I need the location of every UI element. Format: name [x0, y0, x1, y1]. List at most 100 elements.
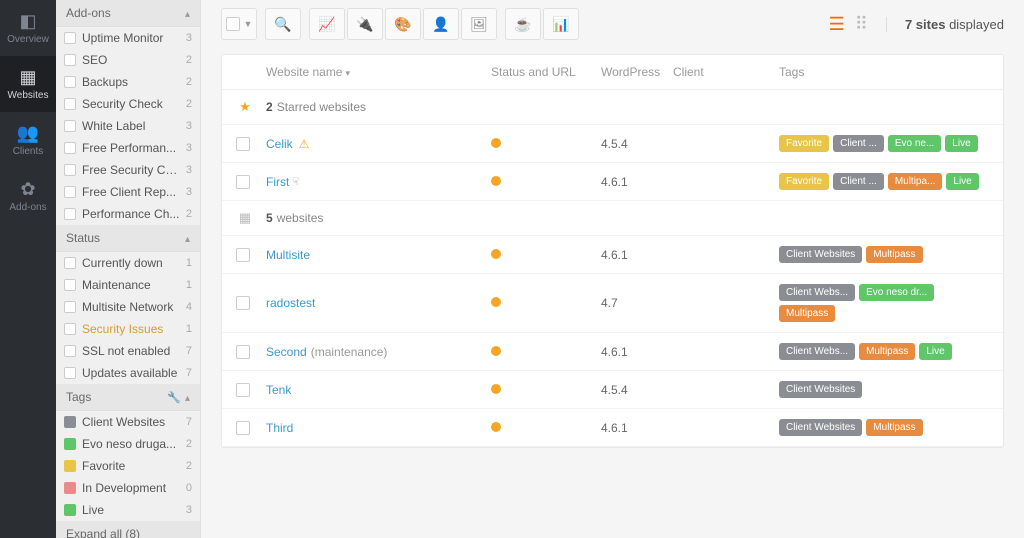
- col-wordpress[interactable]: WordPress: [601, 65, 673, 79]
- tag-badge[interactable]: Client Websites: [779, 246, 862, 263]
- filter-item[interactable]: Currently down1: [56, 252, 200, 274]
- filter-checkbox[interactable]: [64, 323, 76, 335]
- filter-item[interactable]: SSL not enabled7: [56, 340, 200, 362]
- col-name[interactable]: Website name▾: [266, 65, 491, 79]
- row-checkbox[interactable]: [236, 383, 250, 397]
- row-checkbox[interactable]: [236, 175, 250, 189]
- filter-header-add-ons[interactable]: Add-ons▴: [56, 0, 200, 27]
- filter-count: 3: [186, 164, 192, 176]
- filter-item[interactable]: Free Performan...3: [56, 137, 200, 159]
- filter-checkbox[interactable]: [64, 32, 76, 44]
- select-all-dropdown[interactable]: ▼: [221, 8, 257, 40]
- themes-button[interactable]: 🎨: [385, 8, 421, 40]
- filter-item[interactable]: Backups2: [56, 71, 200, 93]
- grid-view-button[interactable]: ⠿: [855, 14, 868, 35]
- filter-header-tags[interactable]: Tags🔧▴: [56, 384, 200, 411]
- filter-count: 7: [186, 345, 192, 357]
- tag-badge[interactable]: Favorite: [779, 135, 829, 152]
- coffee-button[interactable]: ☕: [505, 8, 541, 40]
- nav-websites[interactable]: ▦Websites: [0, 56, 56, 112]
- tag-badge[interactable]: Client ...: [833, 173, 884, 190]
- filter-item[interactable]: Security Issues1: [56, 318, 200, 340]
- tag-badge[interactable]: Favorite: [779, 173, 829, 190]
- nav-overview[interactable]: ◧Overview: [0, 0, 56, 56]
- nav-add-ons[interactable]: ✿Add-ons: [0, 168, 56, 224]
- filter-item[interactable]: SEO2: [56, 49, 200, 71]
- site-link[interactable]: Third: [266, 421, 293, 435]
- tag-badge[interactable]: Client Webs...: [779, 284, 855, 301]
- filter-checkbox[interactable]: [64, 54, 76, 66]
- row-checkbox[interactable]: [236, 345, 250, 359]
- filter-checkbox[interactable]: [64, 257, 76, 269]
- search-button[interactable]: 🔍: [265, 8, 301, 40]
- row-checkbox[interactable]: [236, 248, 250, 262]
- tag-badge[interactable]: Client Webs...: [779, 343, 855, 360]
- filter-item[interactable]: White Label3: [56, 115, 200, 137]
- site-link[interactable]: Second: [266, 345, 307, 359]
- filter-item[interactable]: Updates available7: [56, 362, 200, 384]
- users-button[interactable]: 👤: [423, 8, 459, 40]
- status-dot-icon: [491, 138, 501, 148]
- media-button[interactable]: 🖼: [461, 8, 497, 40]
- filter-item[interactable]: Uptime Monitor3: [56, 27, 200, 49]
- tag-badge[interactable]: Client Websites: [779, 419, 862, 436]
- filter-item[interactable]: Performance Ch...2: [56, 203, 200, 225]
- filter-checkbox[interactable]: [64, 367, 76, 379]
- filter-checkbox[interactable]: [64, 120, 76, 132]
- filter-checkbox[interactable]: [64, 208, 76, 220]
- filter-item[interactable]: Free Client Rep...3: [56, 181, 200, 203]
- wrench-icon[interactable]: 🔧: [167, 392, 181, 404]
- filter-checkbox[interactable]: [64, 164, 76, 176]
- filter-checkbox[interactable]: [64, 345, 76, 357]
- site-link[interactable]: radostest: [266, 296, 315, 310]
- filter-item[interactable]: Live3: [56, 499, 200, 521]
- tag-badge[interactable]: Multipass: [866, 419, 922, 436]
- filter-checkbox[interactable]: [64, 142, 76, 154]
- tag-badge[interactable]: Live: [945, 135, 977, 152]
- col-tags[interactable]: Tags: [779, 65, 989, 79]
- nav-clients[interactable]: 👥Clients: [0, 112, 56, 168]
- plugins-button[interactable]: 🔌: [347, 8, 383, 40]
- tag-badge[interactable]: Multipass: [866, 246, 922, 263]
- filter-item[interactable]: Maintenance1: [56, 274, 200, 296]
- col-status[interactable]: Status and URL: [491, 65, 601, 79]
- nav-label: Add-ons: [9, 202, 46, 213]
- site-link[interactable]: Celik: [266, 137, 293, 151]
- tag-badge[interactable]: Client Websites: [779, 381, 862, 398]
- filter-header-status[interactable]: Status▴: [56, 225, 200, 252]
- expand-all[interactable]: Expand all (8): [56, 521, 200, 538]
- row-checkbox[interactable]: [236, 421, 250, 435]
- site-link[interactable]: First: [266, 175, 289, 189]
- filter-item[interactable]: Client Websites7: [56, 411, 200, 433]
- tag-badge[interactable]: Multipa...: [888, 173, 943, 190]
- table-row: Third 4.6.1 Client WebsitesMultipass: [222, 409, 1003, 447]
- site-link[interactable]: Multisite: [266, 248, 310, 262]
- filter-item[interactable]: Evo neso druga...2: [56, 433, 200, 455]
- filter-checkbox[interactable]: [64, 279, 76, 291]
- filter-checkbox[interactable]: [64, 301, 76, 313]
- filter-item[interactable]: Security Check2: [56, 93, 200, 115]
- tag-badge[interactable]: Client ...: [833, 135, 884, 152]
- section-row: ▦5 websites: [222, 201, 1003, 236]
- row-checkbox[interactable]: [236, 296, 250, 310]
- tag-badge[interactable]: Live: [919, 343, 951, 360]
- list-view-button[interactable]: ☰: [829, 14, 845, 35]
- stats-button[interactable]: 📊: [543, 8, 579, 40]
- filter-item[interactable]: Multisite Network4: [56, 296, 200, 318]
- tag-badge[interactable]: Live: [946, 173, 978, 190]
- site-link[interactable]: Tenk: [266, 383, 291, 397]
- filter-item[interactable]: Favorite2: [56, 455, 200, 477]
- filter-item[interactable]: Free Security Ch...3: [56, 159, 200, 181]
- col-client[interactable]: Client: [673, 65, 779, 79]
- filter-checkbox[interactable]: [64, 186, 76, 198]
- tag-badge[interactable]: Multipass: [779, 305, 835, 322]
- user-icon: 👤: [432, 16, 449, 33]
- tag-badge[interactable]: Evo ne...: [888, 135, 941, 152]
- tag-badge[interactable]: Multipass: [859, 343, 915, 360]
- filter-checkbox[interactable]: [64, 98, 76, 110]
- filter-item[interactable]: In Development0: [56, 477, 200, 499]
- row-checkbox[interactable]: [236, 137, 250, 151]
- analytics-button[interactable]: 📈: [309, 8, 345, 40]
- filter-checkbox[interactable]: [64, 76, 76, 88]
- tag-badge[interactable]: Evo neso dr...: [859, 284, 934, 301]
